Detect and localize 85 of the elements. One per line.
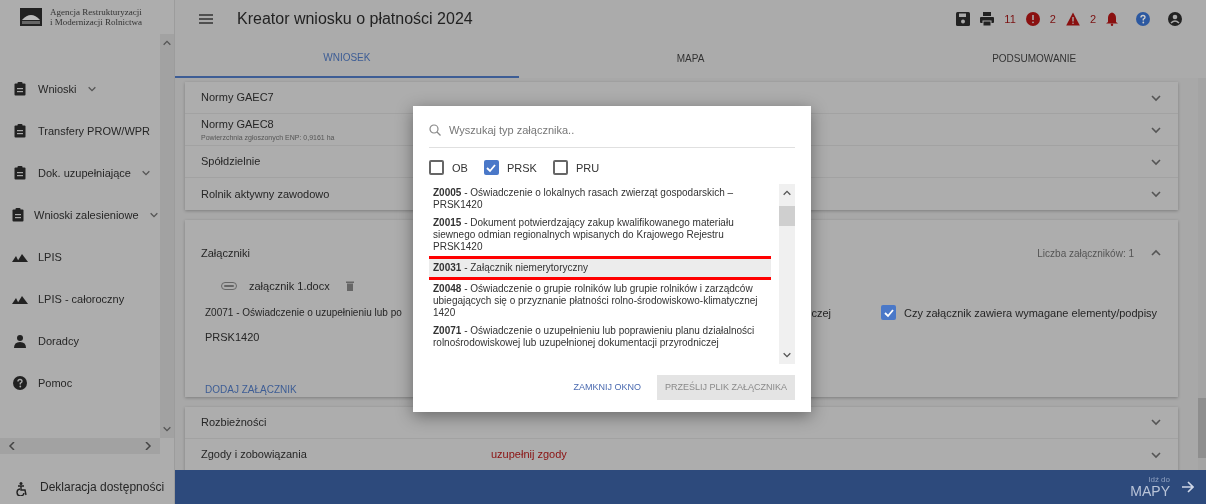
scroll-up-icon[interactable] xyxy=(162,38,172,48)
accessibility-icon xyxy=(16,482,28,496)
checkbox[interactable] xyxy=(881,305,896,321)
section-title[interactable]: Załączniki xyxy=(201,244,250,262)
attachment-type: czej xyxy=(811,305,831,321)
scrollbar[interactable] xyxy=(779,184,795,364)
sidebar-item[interactable]: Wnioski xyxy=(0,68,160,110)
clipboard-icon xyxy=(14,124,26,138)
search-icon xyxy=(429,124,441,137)
sidebar-item[interactable]: Wnioski zalesieniowe xyxy=(0,194,160,236)
section-title[interactable]: Normy GAEC7 xyxy=(201,89,274,106)
sidebar-link[interactable]: Deklaracja dostępności xyxy=(40,478,165,496)
arrow-right-icon[interactable] xyxy=(1182,481,1194,493)
help-icon[interactable] xyxy=(1136,12,1150,26)
app-title: Kreator wniosku o płatności 2024 xyxy=(237,9,473,29)
scroll-left-icon xyxy=(8,442,16,450)
warning-icon[interactable] xyxy=(1065,12,1080,26)
checkbox[interactable] xyxy=(429,160,444,176)
section-title[interactable]: Zgody i zobowiązania xyxy=(201,446,491,463)
tab[interactable]: PODSUMOWANIE xyxy=(862,38,1206,78)
scrollbar[interactable] xyxy=(1198,78,1206,470)
print-icon[interactable] xyxy=(980,12,995,26)
checkbox[interactable] xyxy=(483,160,499,176)
sidebar-item[interactable]: Doradcy xyxy=(0,320,160,362)
scroll-down-icon[interactable] xyxy=(162,424,172,434)
clipboard-icon xyxy=(12,208,24,222)
trash-icon[interactable] xyxy=(345,281,354,292)
checkbox-label: Czy załącznik zawiera wymagane elementy/podpisy xyxy=(904,305,1158,321)
scroll-right-icon xyxy=(144,442,152,450)
next-step[interactable]: MAPY xyxy=(1130,484,1170,498)
sidebar-item[interactable]: Pomoc xyxy=(0,362,160,404)
error-count: 11 xyxy=(1004,11,1016,27)
warning-text: uzupełnij zgody xyxy=(491,447,567,463)
expand-icon[interactable] xyxy=(1150,188,1162,200)
logo-icon xyxy=(20,8,42,26)
mountains-icon xyxy=(12,252,28,262)
checkbox-label: PRSK xyxy=(506,160,537,176)
attachment-type: Z0071 - Oświadczenie o uzupełnieniu lub po xyxy=(205,306,402,321)
checkbox-label: PRU xyxy=(575,160,600,176)
next-hint: Idź do xyxy=(1148,476,1170,484)
menu-icon[interactable] xyxy=(199,13,213,25)
scrollbar[interactable] xyxy=(160,34,174,438)
tab[interactable]: MAPA xyxy=(518,38,863,78)
clipboard-icon xyxy=(14,166,26,180)
section-title[interactable]: Rozbieżności xyxy=(201,413,491,431)
scrollbar[interactable] xyxy=(0,438,160,454)
option-item[interactable]: Z0031 - Załącznik niemerytoryczny xyxy=(429,259,771,277)
search-field[interactable]: Wyszukaj typ załącznika.. xyxy=(449,122,795,139)
expand-icon[interactable] xyxy=(86,84,97,94)
option-item[interactable]: Z0071 - Oświadczenie o uzupełnieniu lub poprawieniu planu działalności rolnośrodowiskowej lub uzupełnionej dokumentacji przyrodniczej xyxy=(429,322,771,352)
mountains-icon xyxy=(12,294,28,304)
option-item[interactable]: Z0005 - Oświadczenie o lokalnych rasach zwierząt gospodarskich – PRSK1420 xyxy=(429,184,771,214)
attachment-count: Liczba załączników: 1 xyxy=(1037,246,1134,261)
scroll-up-icon[interactable] xyxy=(782,188,792,198)
bell-icon[interactable] xyxy=(1106,12,1118,26)
sidebar-item[interactable]: Transfery PROW/WPR xyxy=(0,110,160,152)
paperclip-icon xyxy=(221,282,237,291)
clipboard-icon xyxy=(14,82,26,96)
attachment-code: PRSK1420 xyxy=(204,330,260,345)
option-item[interactable]: Z0015 - Dokument potwierdzający zakup kwalifikowanego materiału siewnego odmian regionalnych wpisanych do Krajowego Rejestru PRSK1420 xyxy=(429,214,771,256)
sidebar-item[interactable]: LPIS - całoroczny xyxy=(0,278,160,320)
dialog-button[interactable]: ZAMKNIJ OKNO xyxy=(565,375,649,400)
sidebar-item[interactable]: Dok. uzupełniające xyxy=(0,152,160,194)
help-icon xyxy=(13,376,27,390)
logo-text: Agencja Restrukturyzacji xyxy=(50,7,142,17)
notification-count: 2 xyxy=(1089,11,1096,27)
scrollbar-thumb[interactable] xyxy=(779,206,795,226)
option-item[interactable]: Z0048 - Oświadczenie o grupie rolników lub grupie rolników i zarządców ubiegających się o przyznanie płatności rolno-środowiskowo-klimatycznej 1420 xyxy=(429,280,771,322)
file-name[interactable]: załącznik 1.docx xyxy=(249,278,330,295)
expand-icon[interactable] xyxy=(148,210,159,220)
person-icon xyxy=(14,334,26,348)
warning-count: 2 xyxy=(1049,11,1056,27)
logo-text: i Modernizacji Rolnictwa xyxy=(50,17,142,27)
section-title[interactable]: Spółdzielnie xyxy=(201,153,261,170)
section-title[interactable]: Rolnik aktywny zawodowo xyxy=(201,185,330,203)
sidebar-item[interactable]: LPIS xyxy=(0,236,160,278)
account-icon[interactable] xyxy=(1168,12,1182,26)
error-icon[interactable] xyxy=(1025,12,1040,26)
section-title[interactable]: Normy GAEC8 xyxy=(201,116,335,133)
expand-icon[interactable] xyxy=(140,168,151,178)
expand-icon[interactable] xyxy=(1150,416,1162,428)
save-icon[interactable] xyxy=(956,12,971,26)
checkbox-label: OB xyxy=(452,160,468,176)
checkbox[interactable] xyxy=(552,160,568,176)
scroll-down-icon[interactable] xyxy=(782,350,792,360)
